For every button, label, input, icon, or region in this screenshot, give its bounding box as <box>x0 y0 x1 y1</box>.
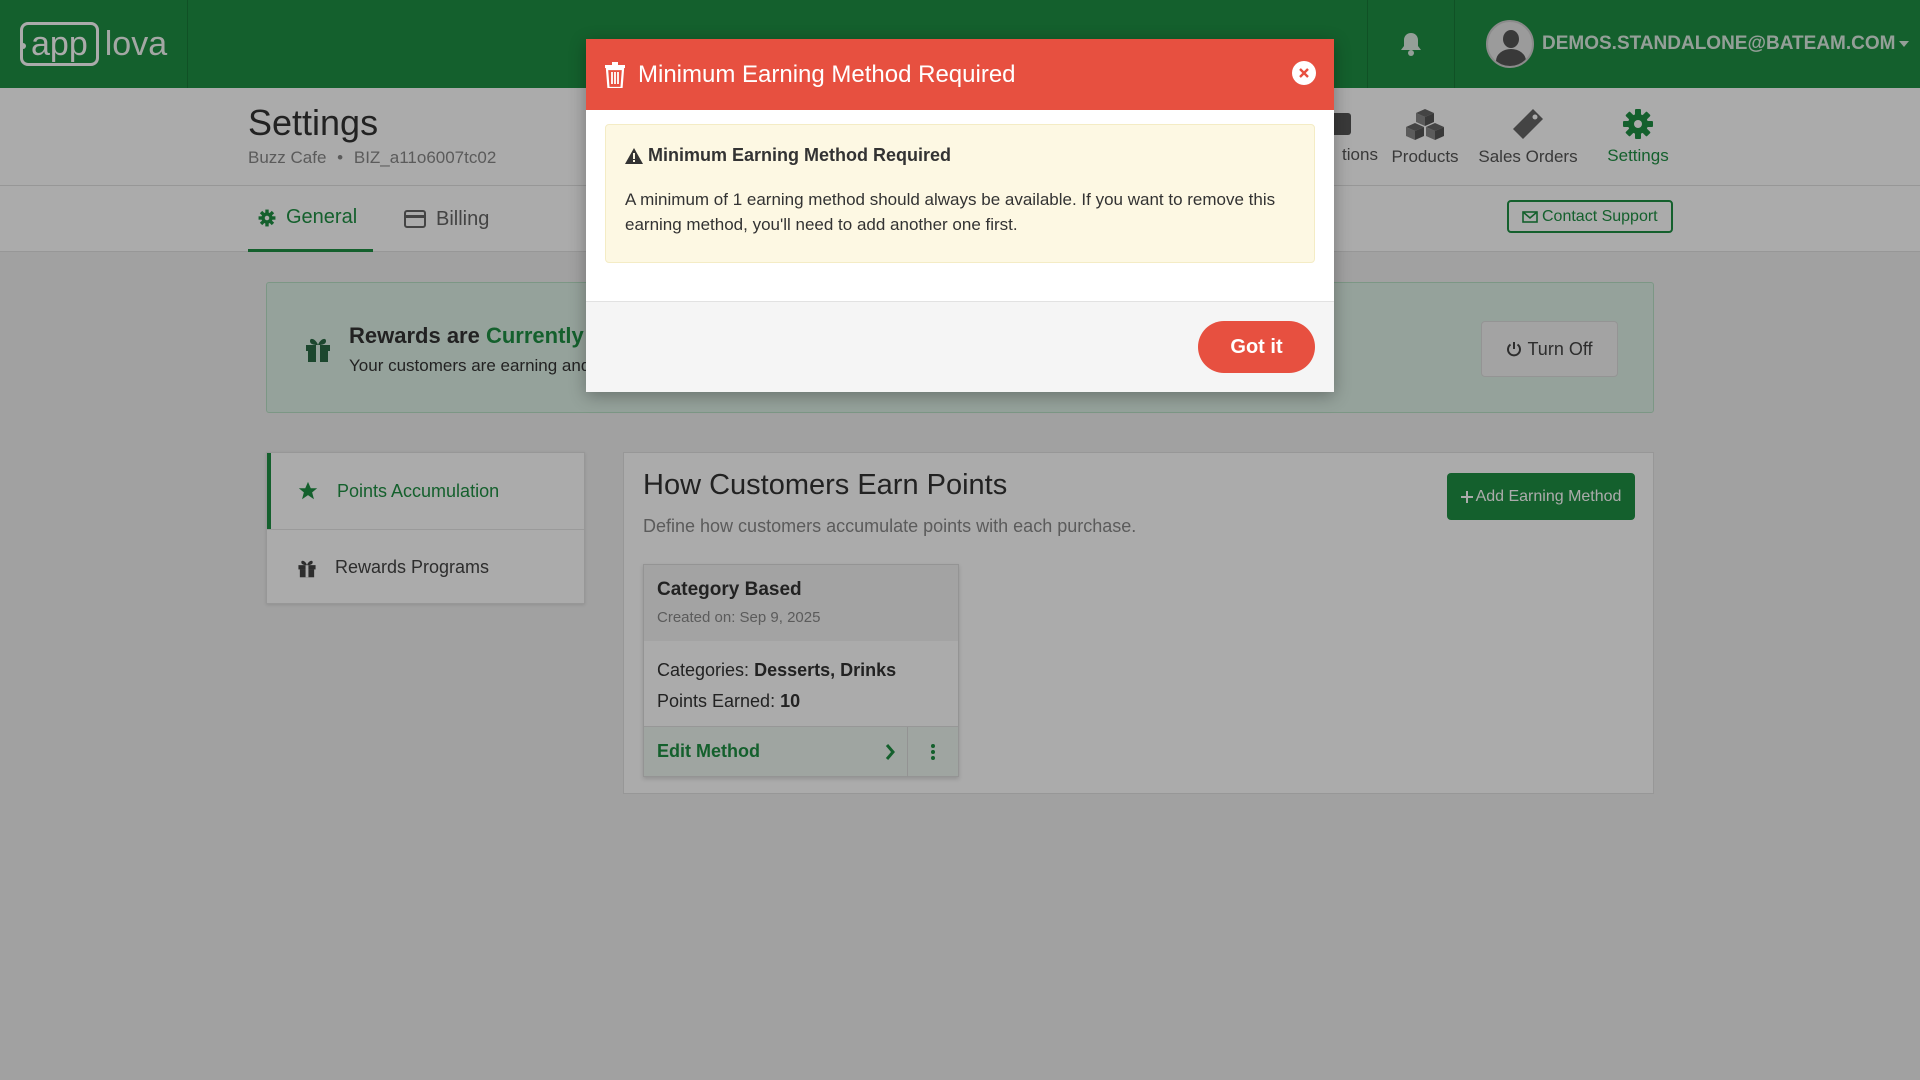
modal-close-button[interactable] <box>1292 61 1316 85</box>
got-it-button[interactable]: Got it <box>1198 321 1315 373</box>
modal-header: Minimum Earning Method Required <box>586 39 1334 110</box>
trash-icon <box>605 61 625 88</box>
alert-title: Minimum Earning Method Required <box>625 145 1295 166</box>
alert-text: A minimum of 1 earning method should alw… <box>625 190 1276 234</box>
modal-title: Minimum Earning Method Required <box>638 60 1016 88</box>
minimum-earning-method-modal: Minimum Earning Method Required Minimum … <box>586 39 1334 392</box>
warning-icon <box>625 147 643 164</box>
close-icon <box>1299 68 1309 78</box>
warning-alert: Minimum Earning Method Required A minimu… <box>605 124 1315 263</box>
alert-title-text: Minimum Earning Method Required <box>648 145 952 165</box>
modal-footer: Got it <box>586 301 1334 392</box>
